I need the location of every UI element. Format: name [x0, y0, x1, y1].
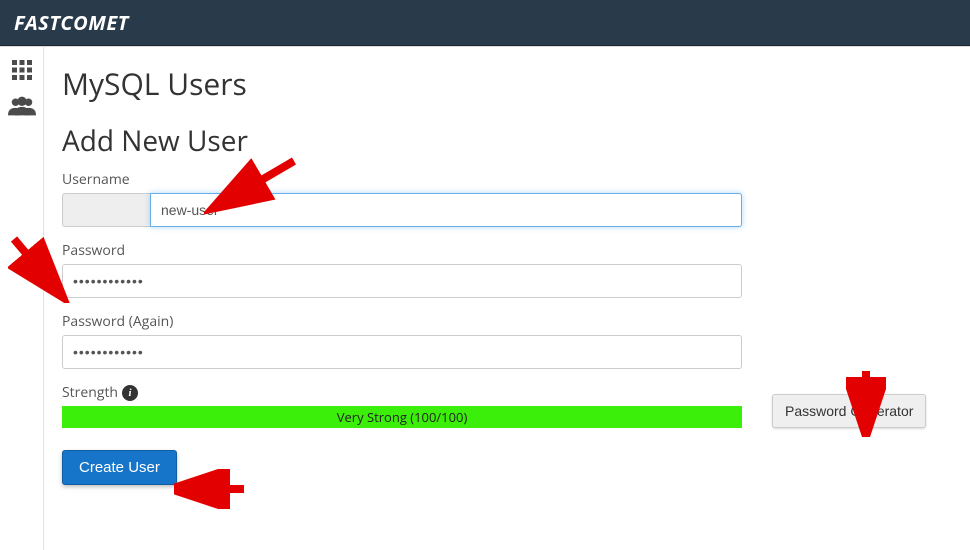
- users-icon[interactable]: [8, 95, 36, 117]
- username-label: Username: [62, 170, 952, 189]
- password-again-input[interactable]: [62, 335, 742, 369]
- info-icon[interactable]: i: [122, 385, 138, 401]
- brand-logo: FASTCOMET: [14, 9, 129, 36]
- password-field: Password: [62, 241, 952, 298]
- password-label: Password: [62, 241, 952, 260]
- grid-icon[interactable]: [8, 59, 36, 81]
- annotation-arrow-icon: [174, 469, 254, 509]
- main-panel: MySQL Users Add New User Username Passwo…: [44, 47, 970, 550]
- username-input[interactable]: [150, 193, 742, 227]
- section-title: Add New User: [62, 122, 952, 160]
- username-prefix: [62, 193, 150, 227]
- strength-bar: Very Strong (100/100): [62, 406, 742, 428]
- page-title: MySQL Users: [62, 63, 952, 104]
- topbar: FASTCOMET: [0, 0, 970, 46]
- strength-text: Very Strong (100/100): [337, 408, 468, 426]
- password-input[interactable]: [62, 264, 742, 298]
- password-generator-button[interactable]: Password Generator: [772, 394, 926, 428]
- username-field: Username: [62, 170, 952, 227]
- password-again-field: Password (Again): [62, 312, 952, 369]
- strength-label: Strength i: [62, 383, 742, 402]
- sidebar: [0, 47, 44, 550]
- password-again-label: Password (Again): [62, 312, 952, 331]
- create-user-button[interactable]: Create User: [62, 450, 177, 485]
